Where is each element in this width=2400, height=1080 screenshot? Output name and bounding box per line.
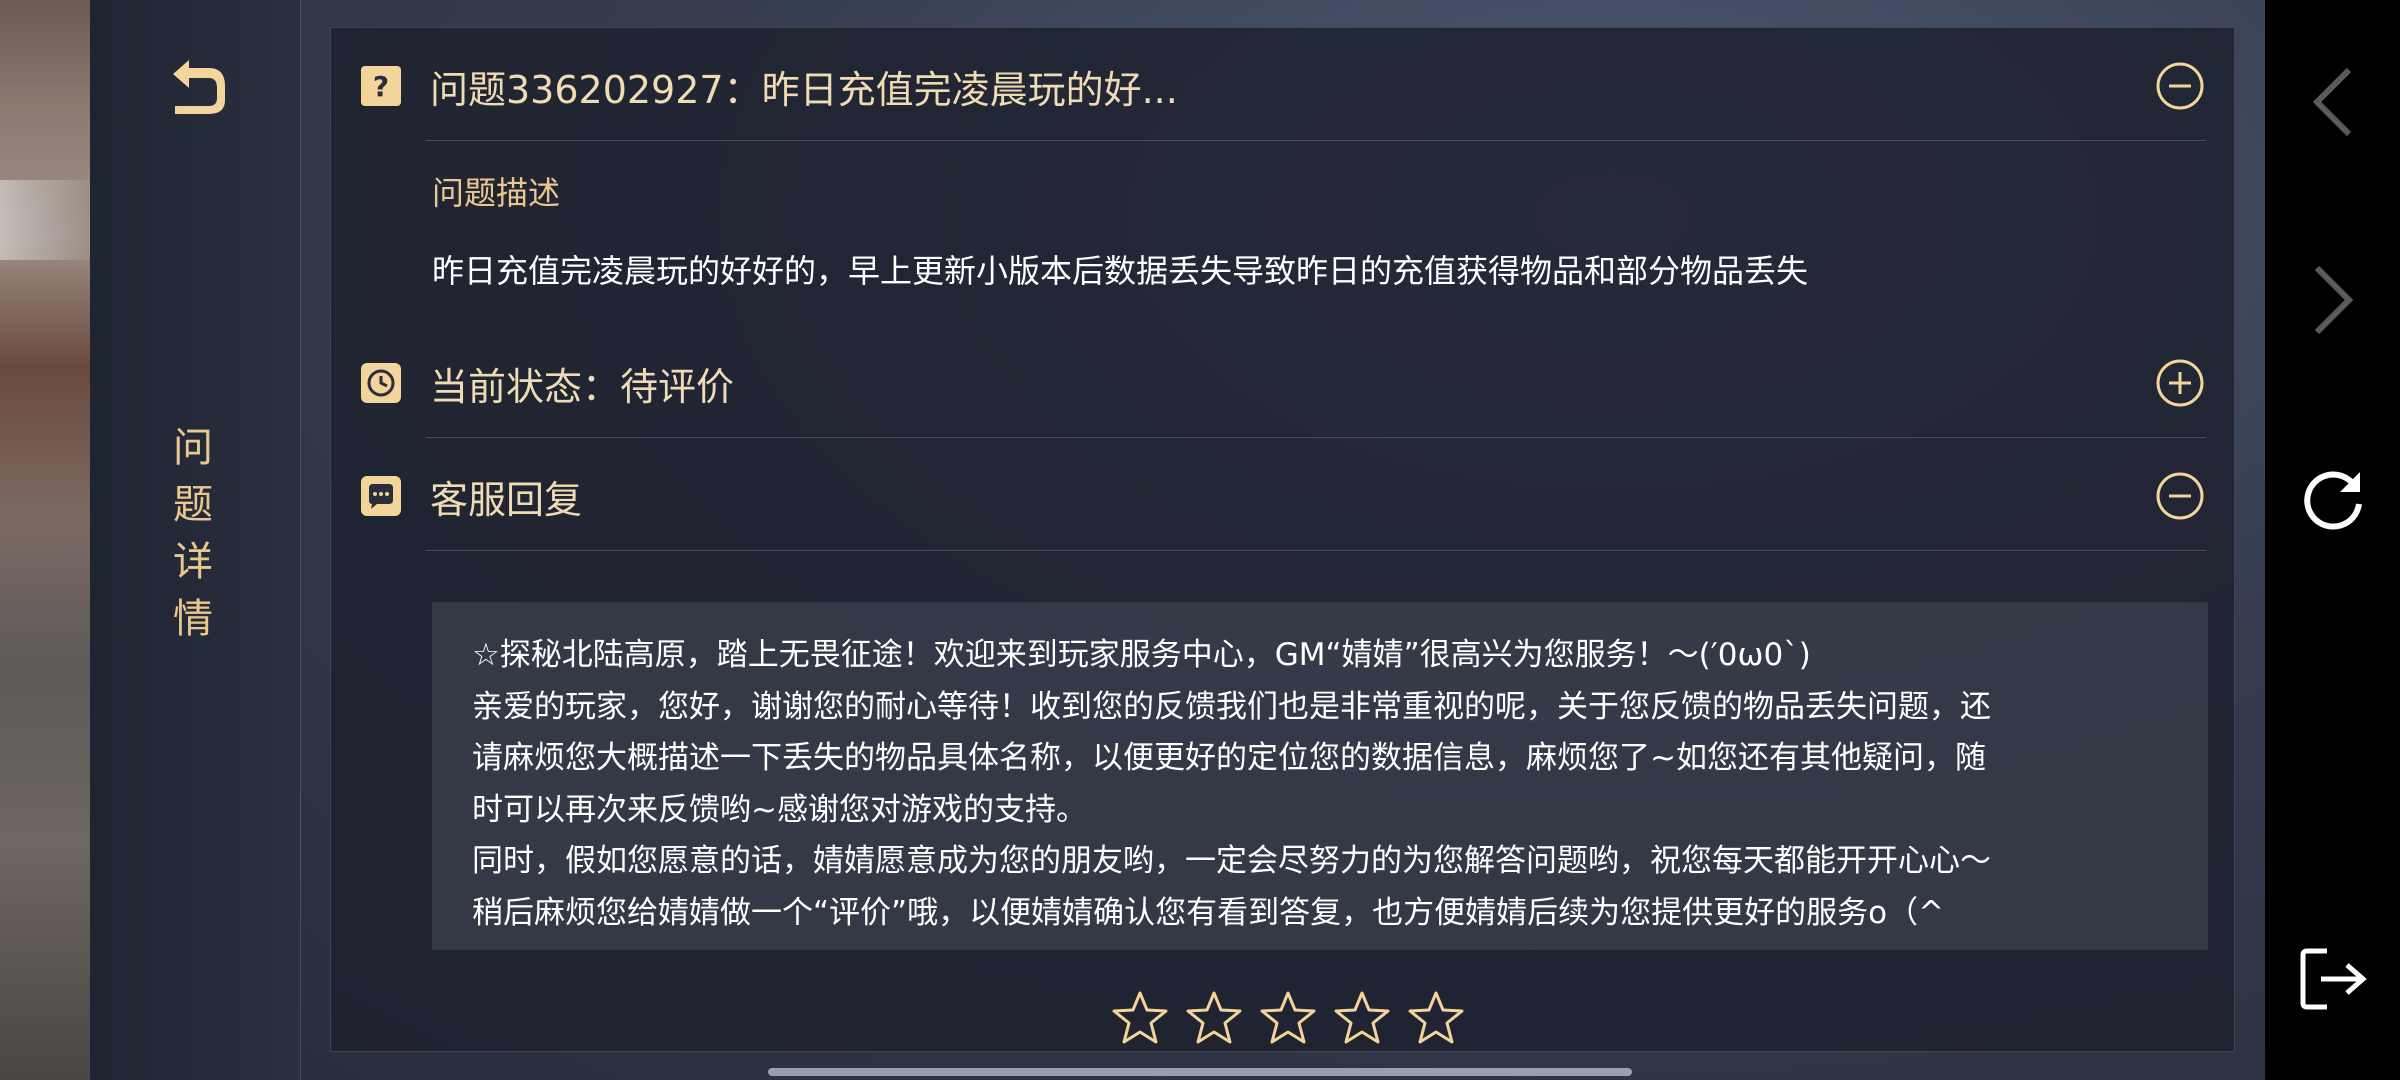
question-mark-icon: ?	[361, 66, 401, 106]
question-header-row[interactable]: ? 问题336202927：昨日充值完凌晨玩的好...	[361, 31, 2206, 141]
return-arrow-icon	[172, 60, 225, 114]
clock-icon	[361, 363, 401, 403]
star-outline-icon[interactable]	[1185, 990, 1243, 1046]
collapse-reply-button[interactable]	[2154, 470, 2206, 522]
description-text: 昨日充值完凌晨玩的好好的，早上更新小版本后数据丢失导致昨日的充值获得物品和部分物…	[432, 252, 1809, 290]
reply-content-box[interactable]: ☆探秘北陆高原，踏上无畏征途！欢迎来到玩家服务中心，GM“婧婧”很高兴为您服务！…	[432, 602, 2208, 950]
star-outline-icon[interactable]	[1111, 990, 1169, 1046]
side-title-char: 情	[173, 596, 213, 642]
system-nav-bar	[2265, 0, 2400, 1080]
collapse-question-button[interactable]	[2154, 60, 2206, 112]
reply-line: ☆探秘北陆高原，踏上无畏征途！欢迎来到玩家服务中心，GM“婧婧”很高兴为您服务！…	[472, 637, 1811, 673]
home-indicator[interactable]	[768, 1068, 1632, 1076]
star-outline-icon[interactable]	[1259, 990, 1317, 1046]
forward-chevron-icon	[2314, 265, 2353, 334]
nav-refresh-button[interactable]	[2295, 461, 2370, 536]
description-label: 问题描述	[432, 174, 561, 212]
background-scenery-left	[0, 0, 90, 1080]
expand-status-button[interactable]	[2154, 357, 2206, 409]
status-row[interactable]: 当前状态：待评价	[361, 328, 2206, 438]
status-label: 当前状态：待评价	[430, 364, 735, 409]
exit-icon	[2300, 948, 2367, 1009]
collapse-minus-icon	[2156, 472, 2204, 520]
back-button[interactable]	[160, 52, 235, 122]
reply-line: 稍后麻烦您给婧婧做一个“评价”哦，以便婧婧确认您有看到答复，也方便婧婧后续为您提…	[472, 894, 1945, 931]
nav-back-button[interactable]	[2295, 64, 2370, 139]
reply-label: 客服回复	[430, 477, 583, 522]
nav-forward-button[interactable]	[2295, 262, 2370, 337]
side-title-char: 问	[173, 425, 213, 471]
side-title-char: 题	[173, 482, 213, 528]
refresh-icon	[2303, 471, 2362, 530]
expand-plus-icon	[2156, 359, 2204, 407]
chat-bubble-icon	[361, 476, 401, 516]
star-outline-icon[interactable]	[1333, 990, 1391, 1046]
svg-text:?: ?	[373, 70, 389, 103]
side-title: 问 题 详 情	[163, 420, 223, 648]
reply-line: 请麻烦您大概描述一下丢失的物品具体名称，以便更好的定位您的数据信息，麻烦您了~如…	[472, 740, 1986, 776]
star-rating	[1111, 990, 1465, 1046]
question-title: 问题336202927：昨日充值完凌晨玩的好...	[430, 67, 1178, 112]
reply-line: 时可以再次来反馈哟~感谢您对游戏的支持。	[472, 791, 1087, 828]
star-outline-icon[interactable]	[1407, 990, 1465, 1046]
nav-exit-button[interactable]	[2295, 941, 2370, 1016]
reply-line: 亲爱的玩家，您好，谢谢您的耐心等待！收到您的反馈我们也是非常重视的呢，关于您反馈…	[472, 688, 1991, 725]
back-chevron-icon	[2312, 67, 2351, 136]
side-title-char: 详	[173, 539, 213, 585]
reply-line: 同时，假如您愿意的话，婧婧愿意成为您的朋友哟，一定会尽努力的为您解答问题哟，祝您…	[472, 843, 1991, 879]
reply-header-row[interactable]: 客服回复	[361, 441, 2206, 551]
question-detail-panel: ? 问题336202927：昨日充值完凌晨玩的好... 问题描述 昨日充值完凌晨…	[330, 27, 2235, 1052]
collapse-minus-icon	[2156, 62, 2204, 110]
